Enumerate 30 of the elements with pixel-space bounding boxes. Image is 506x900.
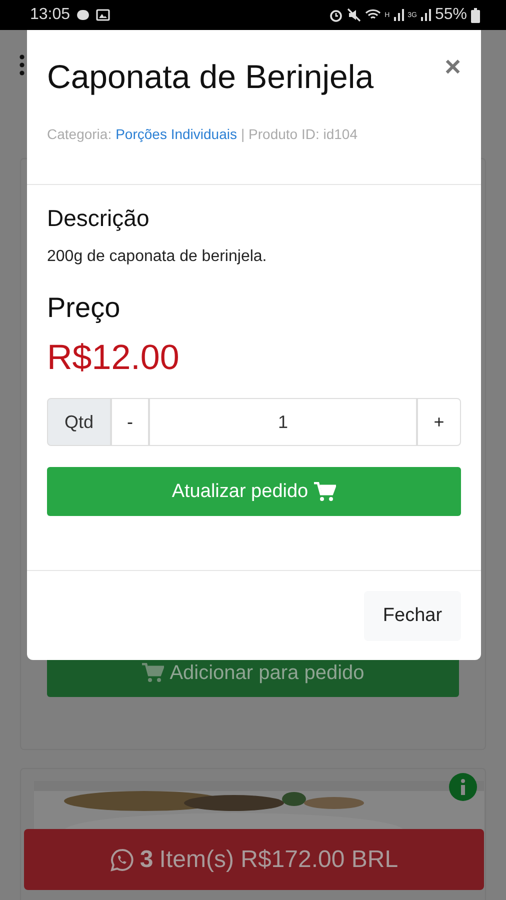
clock: 13:05 bbox=[30, 6, 70, 24]
dialog-title: Caponata de Berinjela bbox=[47, 58, 374, 96]
image-icon bbox=[96, 8, 110, 22]
signal-icon bbox=[420, 9, 431, 21]
info-icon[interactable] bbox=[449, 773, 477, 801]
category-label: Categoria: bbox=[47, 126, 112, 142]
close-dialog-button[interactable]: Fechar bbox=[364, 590, 461, 640]
cart-icon bbox=[314, 482, 336, 502]
mute-icon bbox=[346, 8, 361, 22]
decrease-button[interactable]: - bbox=[111, 398, 149, 446]
menu-icon[interactable] bbox=[19, 54, 25, 76]
quantity-field[interactable]: 1 bbox=[149, 398, 417, 446]
message-icon bbox=[76, 8, 90, 22]
product-id: | Produto ID: id104 bbox=[241, 126, 358, 142]
description-text: 200g de caponata de berinjela. bbox=[47, 248, 268, 266]
battery-level: 55% bbox=[434, 6, 467, 24]
update-order-button[interactable]: Atualizar pedido bbox=[47, 467, 461, 516]
cart-summary-button[interactable]: 3 Item(s) R$172.00 BRL bbox=[24, 829, 484, 890]
whatsapp-icon bbox=[110, 848, 134, 872]
price-heading: Preço bbox=[47, 292, 122, 324]
battery-icon bbox=[471, 8, 480, 22]
alarm-icon bbox=[328, 8, 343, 22]
price: R$12.00 bbox=[47, 338, 180, 378]
quantity-label: Qtd bbox=[47, 398, 111, 446]
close-button[interactable]: × bbox=[444, 52, 461, 82]
description-heading: Descrição bbox=[47, 205, 150, 232]
category-link[interactable]: Porções Individuais bbox=[116, 126, 237, 142]
increase-button[interactable]: + bbox=[417, 398, 461, 446]
cart-icon bbox=[142, 663, 164, 683]
signal-icon bbox=[394, 9, 404, 21]
